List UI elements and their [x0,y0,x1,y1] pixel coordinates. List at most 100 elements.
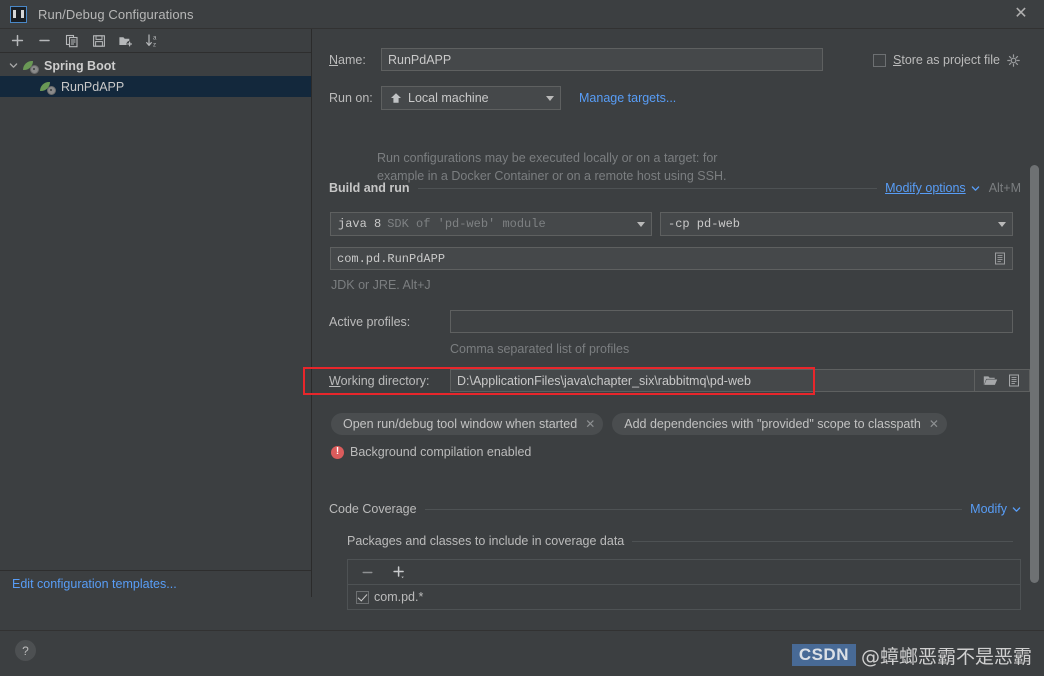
store-as-project-file-checkbox[interactable] [873,53,886,67]
folder-add-icon[interactable] [113,30,138,52]
run-on-description-line1: Run configurations may be executed local… [377,151,718,165]
active-profiles-hint: Comma separated list of profiles [450,342,630,356]
jre-value: java 8 [338,217,382,231]
right-panel-scrollbar[interactable] [1030,165,1039,616]
edit-configuration-templates-link[interactable]: Edit configuration templates... [12,577,177,591]
coverage-table-toolbar [347,559,1021,584]
manage-targets-link[interactable]: Manage targets... [579,91,676,105]
chip-provided-scope[interactable]: Add dependencies with "provided" scope t… [612,413,947,435]
section-divider [424,508,963,510]
tree-group-spring-boot[interactable]: Spring Boot [0,55,311,76]
classpath-select[interactable]: -cp pd-web [660,212,1013,236]
gear-icon[interactable] [1004,51,1022,69]
sort-az-icon[interactable]: a z [140,30,165,52]
chevron-down-icon[interactable] [992,213,1012,235]
scrollbar-thumb[interactable] [1030,165,1039,583]
active-profiles-input[interactable] [450,310,1013,333]
build-and-run-section-header: Build and run Modify options Alt+M [329,181,1021,195]
configurations-tree: Spring Boot RunPdAPP [0,53,311,97]
chip-label: Add dependencies with "provided" scope t… [624,417,921,431]
close-icon[interactable]: ✕ [998,0,1044,28]
expand-editor-icon[interactable] [991,250,1009,268]
jre-and-classpath-row: java 8 SDK of 'pd-web' module -cp pd-web [330,212,1013,236]
close-icon[interactable]: ✕ [585,417,595,431]
active-profiles-label: Active profiles: [329,314,411,329]
working-directory-label: Working directory: [329,373,430,388]
csdn-watermark: CSDN @蟑螂恶霸不是恶霸 [791,642,1032,668]
coverage-packages-subheader: Packages and classes to include in cover… [347,534,1021,548]
coverage-packages-table: com.pd.* [347,559,1021,610]
chip-label: Open run/debug tool window when started [343,417,578,431]
dialog-title-bar: Run/Debug Configurations ✕ [0,0,1044,29]
run-on-value: Local machine [408,91,489,105]
sidebar-item-runpdapp[interactable]: RunPdAPP [0,76,311,97]
name-row: Name: RunPdAPP [329,48,823,71]
name-label: Name: [329,52,366,67]
expand-editor-icon[interactable] [1005,372,1023,390]
coverage-list-row[interactable]: com.pd.* [347,584,1021,610]
dialog-bottom-bar: ? CSDN @蟑螂恶霸不是恶霸 [0,630,1044,676]
help-button[interactable]: ? [15,640,36,661]
add-configuration-button[interactable] [5,30,30,52]
add-package-button[interactable] [390,563,408,581]
code-coverage-section-header: Code Coverage Modify [329,502,1021,516]
working-directory-input[interactable]: D:\ApplicationFiles\java\chapter_six\rab… [450,369,975,392]
chevron-down-icon[interactable] [1012,505,1021,514]
remove-configuration-button[interactable] [32,30,57,52]
code-coverage-title: Code Coverage [329,502,417,516]
chevron-down-icon[interactable] [971,184,980,193]
chevron-down-icon[interactable] [540,87,560,109]
run-on-row: Run on: Local machine Manage targets... [329,86,676,110]
configurations-sidebar: a z Spring Boot RunPdAPP Edit configurat… [0,29,312,597]
store-as-project-file-row: Store as project file [873,51,1022,69]
chip-open-tool-window[interactable]: Open run/debug tool window when started … [331,413,604,435]
jre-module-hint: SDK of 'pd-web' module [387,217,546,231]
sidebar-toolbar: a z [0,29,311,53]
main-class-row: com.pd.RunPdAPP [330,247,1013,270]
working-directory-row: Working directory: D:\ApplicationFiles\j… [329,369,1030,392]
configuration-form-panel: Name: RunPdAPP Store as project file Run… [313,29,1044,630]
watermark-text: @蟑螂恶霸不是恶霸 [860,645,1032,668]
spring-boot-icon [23,58,39,74]
code-coverage-modify-link[interactable]: Modify [970,502,1007,516]
store-as-project-file-label: Store as project file [893,53,1001,67]
section-divider [632,540,1013,542]
run-on-description: Run configurations may be executed local… [377,151,726,183]
copy-icon[interactable] [59,30,84,52]
svg-text:z: z [153,41,156,48]
tree-group-label: Spring Boot [44,58,116,73]
option-chips-row: Open run/debug tool window when started … [331,413,956,435]
main-class-input[interactable]: com.pd.RunPdAPP [330,247,1013,270]
close-icon[interactable]: ✕ [929,417,939,431]
jre-select[interactable]: java 8 SDK of 'pd-web' module [330,212,652,236]
name-input[interactable]: RunPdAPP [381,48,823,71]
watermark-badge: CSDN [791,644,856,666]
remove-package-button[interactable] [358,563,376,581]
sidebar-item-label: RunPdAPP [61,79,125,94]
error-circle-icon: ! [331,445,344,459]
run-debug-configurations-dialog: Run/Debug Configurations ✕ a z Spring Bo… [0,0,1044,676]
dialog-title: Run/Debug Configurations [38,6,194,22]
modify-options-link[interactable]: Modify options [885,181,966,195]
run-on-label: Run on: [329,91,373,105]
working-directory-buttons [975,369,1030,392]
active-profiles-row: Active profiles: [329,310,1013,333]
modify-options-shortcut: Alt+M [988,181,1021,195]
chevron-down-icon[interactable] [6,59,20,73]
save-icon[interactable] [86,30,111,52]
background-compilation-warning: ! Background compilation enabled [331,445,531,459]
jdk-hint: JDK or JRE. Alt+J [331,278,431,292]
section-divider [417,187,878,189]
run-on-select[interactable]: Local machine [381,86,561,110]
coverage-item-label: com.pd.* [374,590,424,604]
classpath-value: -cp pd-web [668,217,741,231]
folder-open-icon[interactable] [981,372,999,390]
warning-text: Background compilation enabled [350,445,532,459]
spring-boot-icon [40,79,56,95]
coverage-item-checkbox[interactable] [356,590,369,604]
coverage-packages-title: Packages and classes to include in cover… [347,534,625,548]
local-machine-icon [389,89,403,107]
chevron-down-icon[interactable] [631,213,651,235]
sidebar-footer: Edit configuration templates... [0,570,311,597]
intellij-idea-icon [10,5,27,23]
